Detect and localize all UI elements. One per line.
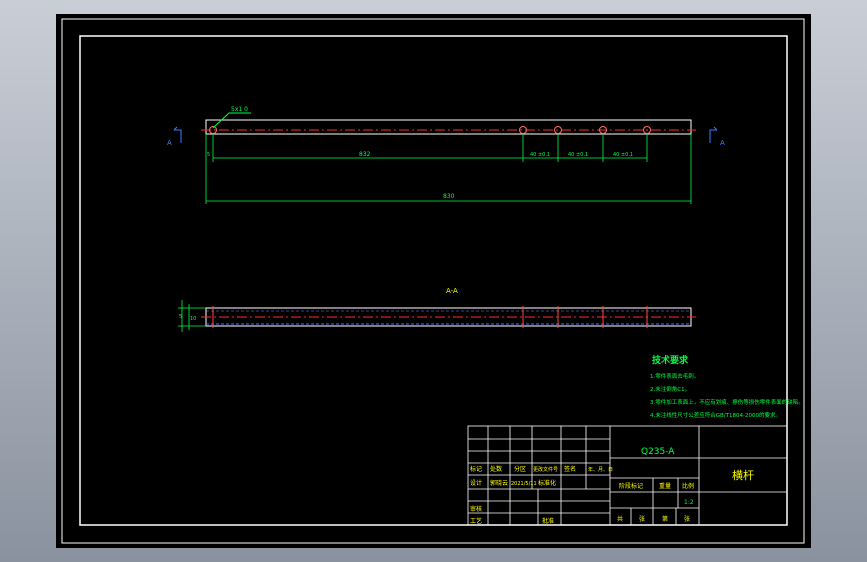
section-marker-left — [173, 126, 182, 143]
note-item: 4.未注线性尺寸公差应符合GB/T1804-2000的要求。 — [650, 411, 781, 419]
bar-outline — [205, 119, 692, 135]
approve: 批准 — [542, 517, 554, 525]
stage-header: 阶段标记 — [619, 482, 643, 490]
section-letter-right: A — [720, 139, 725, 147]
header-cell: 年、月、日 — [588, 466, 613, 473]
section-label: A-A — [446, 287, 458, 295]
outer-border — [61, 18, 805, 544]
front-view: 5x1 0 A A 5 832 40 ±0.1 40 ±0.1 40 ±0.1 … — [167, 106, 725, 204]
section-marker-right — [709, 126, 718, 143]
audit: 审核 — [470, 505, 482, 513]
dim-spacing-3: 40 ±0.1 — [613, 152, 633, 158]
sheet-cell: 第 — [662, 515, 668, 523]
dim-main: 832 — [359, 151, 371, 158]
dim-total: 830 — [443, 193, 455, 200]
header-cell: 签名 — [564, 465, 576, 473]
hole-callout: 5x1 0 — [231, 106, 248, 113]
process: 工艺 — [470, 517, 482, 525]
note-item: 3.零件加工表面上，不应有划痕、擦伤等损伤零件表面的缺陷。 — [650, 398, 804, 406]
part-name: 横杆 — [732, 468, 754, 482]
dim-spacing-2: 40 ±0.1 — [568, 152, 588, 158]
design-cell: 郭晓云 — [490, 479, 508, 487]
section-dim-1: 5 — [179, 314, 182, 320]
section-view: 5 10 — [178, 300, 696, 332]
drawing-canvas[interactable]: 5x1 0 A A 5 832 40 ±0.1 40 ±0.1 40 ±0.1 … — [56, 14, 811, 548]
inner-border — [79, 35, 788, 526]
dim-spacing-1: 40 ±0.1 — [530, 152, 550, 158]
header-cell: 分区 — [514, 465, 526, 473]
scale: 1:2 — [684, 499, 694, 506]
note-item: 2.未注倒角C1。 — [650, 385, 690, 393]
stage-header: 重量 — [659, 482, 671, 490]
material: Q235-A — [641, 447, 675, 457]
section-letter-left: A — [167, 139, 172, 147]
header-cell: 更改文件号 — [533, 466, 558, 473]
technical-notes: 技术要求 1.零件表面去毛刺。 2.未注倒角C1。 3.零件加工表面上，不应有划… — [650, 354, 804, 419]
design-cell: 标准化 — [538, 479, 556, 487]
sheet-cell: 共 — [617, 515, 623, 523]
section-dim-2: 10 — [190, 316, 196, 322]
sheet-cell: 张 — [684, 515, 690, 523]
dim-left: 5 — [207, 152, 210, 158]
stage-header: 比例 — [682, 482, 694, 490]
sheet-cell: 张 — [639, 515, 645, 523]
header-cell: 标记 — [470, 465, 482, 473]
design-cell: 设计 — [470, 479, 482, 487]
design-cell: 2021/5/11 — [511, 481, 537, 487]
note-item: 1.零件表面去毛刺。 — [650, 372, 699, 380]
notes-title: 技术要求 — [652, 354, 689, 366]
header-cell: 处数 — [490, 465, 502, 473]
